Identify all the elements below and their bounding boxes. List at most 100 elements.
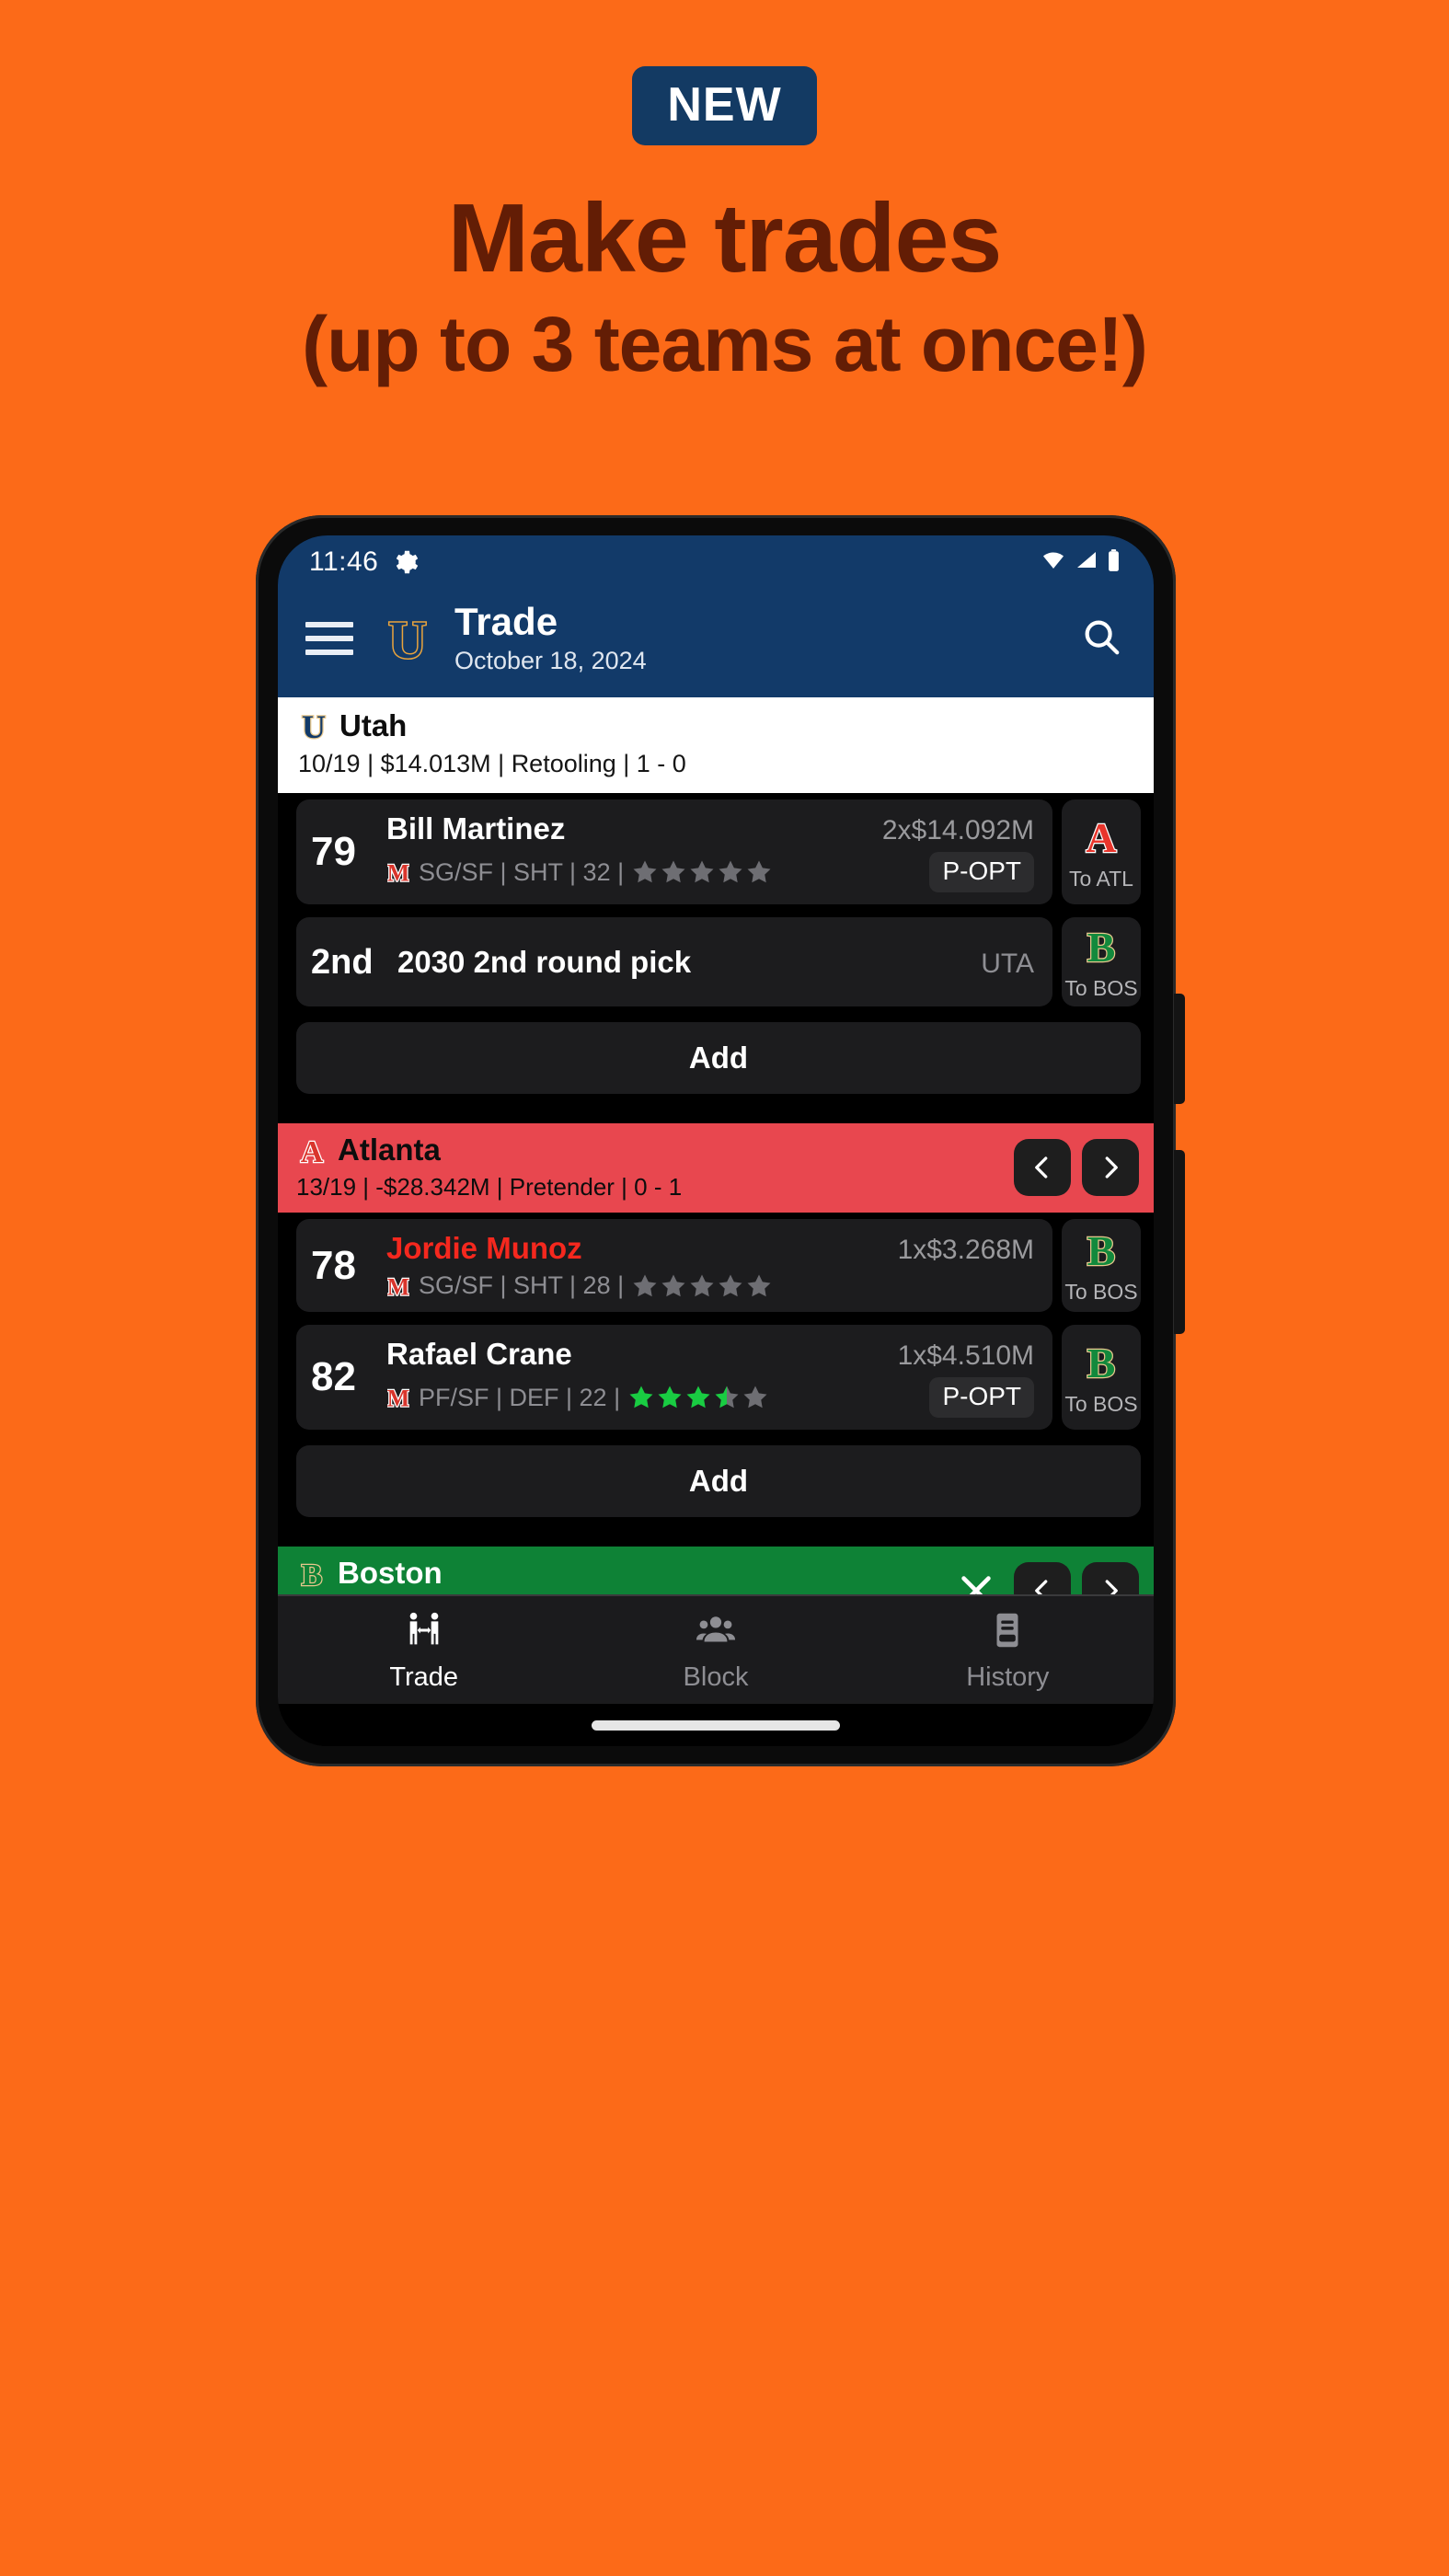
trade-asset-card[interactable]: 82 Rafael Crane 1x$4.510M M PF/SF | DEF | 22… [296,1325,1052,1431]
add-asset-button[interactable]: Add [296,1022,1141,1095]
player-name: Bill Martinez [386,811,566,846]
player-salary: 1x$4.510M [897,1340,1034,1372]
nav-tab-label: Block [683,1662,749,1692]
svg-text:M: M [387,860,409,885]
destination-team-logo-icon: B [1080,1338,1122,1389]
destination-team-logo-icon: A [1080,812,1122,864]
player-team-logo-icon: M [386,859,410,885]
trade-asset-card[interactable]: 2nd 2030 2nd round pick UTA [296,917,1052,1007]
phone-power-button [1174,1150,1185,1334]
star-icon [715,1386,739,1409]
team-summary: 13/19 | -$28.342M | Pretender | 0 - 1 [296,1173,683,1202]
star-icon [661,1274,685,1296]
book-icon [986,1609,1029,1656]
star-icon [719,860,742,883]
destination-chip-to-bos[interactable]: B To BOS [1062,1219,1141,1313]
destination-label: To BOS [1064,976,1138,1001]
pick-owner: UTA [981,948,1034,979]
player-meta: SG/SF | SHT | 28 | [419,1271,625,1300]
previous-team-button[interactable] [1014,1561,1071,1594]
svg-text:U: U [388,610,427,667]
player-name: Jordie Munoz [386,1231,582,1266]
remove-team-button[interactable] [949,1564,1003,1594]
previous-team-button[interactable] [1014,1138,1071,1196]
star-icon [686,1386,710,1409]
team-divider [278,1530,1154,1547]
phone-screen: 11:46 U Trade October 18, 2024 U Utah 10… [278,535,1154,1746]
phone-volume-button [1174,994,1185,1104]
nav-tab-block[interactable]: Block [569,1609,861,1693]
star-icon [747,860,771,883]
promo-subheadline: (up to 3 teams at once!) [302,301,1148,387]
star-icon [661,860,685,883]
trade-asset-row: 82 Rafael Crane 1x$4.510M M PF/SF | DEF | 22… [278,1318,1154,1436]
trade-handshake-icon [403,1609,445,1656]
svg-text:B: B [302,1558,323,1591]
nav-tab-trade[interactable]: Trade [278,1609,569,1693]
next-team-button[interactable] [1082,1561,1139,1594]
team-logo-icon: B [296,1556,328,1591]
destination-label: To BOS [1064,1391,1138,1416]
star-icon [633,1274,657,1296]
pick-name: 2030 2nd round pick [397,944,692,979]
svg-text:B: B [1087,1340,1116,1385]
svg-text:U: U [302,708,326,743]
user-team-summary: 10/19 | $14.013M | Retooling | 1 - 0 [298,750,686,778]
star-icon [633,860,657,883]
player-rating: 78 [311,1242,356,1288]
destination-chip-to-atl[interactable]: A To ATL [1062,799,1141,905]
people-group-icon [695,1609,737,1656]
star-icon [690,860,714,883]
trade-asset-row: 78 Jordie Munoz 1x$3.268M M SG/SF | SHT | 28… [278,1213,1154,1318]
svg-text:A: A [1086,814,1116,859]
destination-chip-to-bos[interactable]: B To BOS [1062,1325,1141,1431]
star-rating [627,1384,769,1411]
svg-text:M: M [387,1386,409,1410]
svg-text:B: B [1087,924,1116,969]
nav-tab-label: History [966,1662,1050,1692]
status-bar: 11:46 [278,535,1154,589]
nav-tab-history[interactable]: History [862,1609,1154,1693]
trade-asset-card[interactable]: 79 Bill Martinez 2x$14.092M M SG/SF | SHT | … [296,799,1052,905]
utah-logo-icon: U [298,708,329,743]
team-banner[interactable]: BBoston16/19 | -$62.075M | Elite | 1 - 0 [278,1547,1154,1594]
wifi-icon [1041,549,1066,576]
player-option-badge: P-OPT [929,852,1034,893]
destination-chip-to-bos[interactable]: B To BOS [1062,917,1141,1007]
pick-round: 2nd [311,942,374,982]
star-icon [743,1386,767,1409]
trade-asset-row: 2nd 2030 2nd round pick UTA B To BOS [278,911,1154,1013]
page-title: Trade [454,600,558,643]
svg-text:B: B [1087,1227,1116,1272]
destination-team-logo-icon: B [1080,923,1122,973]
player-meta: SG/SF | SHT | 32 | [419,857,625,886]
team-name: Boston [338,1556,443,1591]
home-indicator-area [278,1704,1154,1746]
team-divider [278,1107,1154,1124]
team-block-atlanta: A Atlanta 13/19 | -$28.342M | Pretender | … [278,1123,1154,1531]
add-asset-button[interactable]: Add [296,1445,1141,1518]
player-option-badge: P-OPT [929,1377,1034,1419]
home-indicator[interactable] [592,1719,840,1731]
app-logo-icon: U [381,610,434,667]
user-team-strip[interactable]: U Utah 10/19 | $14.013M | Retooling | 1 … [278,697,1154,794]
new-badge: NEW [632,66,817,145]
signal-icon [1075,549,1098,576]
star-icon [658,1386,682,1409]
player-name: Rafael Crane [386,1337,572,1372]
star-icon [629,1386,653,1409]
star-rating [631,858,773,886]
next-team-button[interactable] [1082,1138,1139,1196]
player-rating: 79 [311,829,356,875]
search-icon[interactable] [1080,615,1122,662]
team-logo-icon: A [296,1133,328,1167]
team-block-boston: BBoston16/19 | -$62.075M | Elite | 1 - 0… [278,1547,1154,1594]
team-banner[interactable]: A Atlanta 13/19 | -$28.342M | Pretender | … [278,1123,1154,1213]
trade-teams-list: 79 Bill Martinez 2x$14.092M M SG/SF | SHT | … [278,793,1154,1594]
player-team-logo-icon: M [386,1273,410,1299]
star-rating [631,1272,773,1300]
trade-asset-card[interactable]: 78 Jordie Munoz 1x$3.268M M SG/SF | SHT | 28… [296,1219,1052,1313]
team-name: Atlanta [338,1133,441,1167]
hamburger-menu-icon[interactable] [305,622,353,656]
battery-icon [1107,548,1121,577]
